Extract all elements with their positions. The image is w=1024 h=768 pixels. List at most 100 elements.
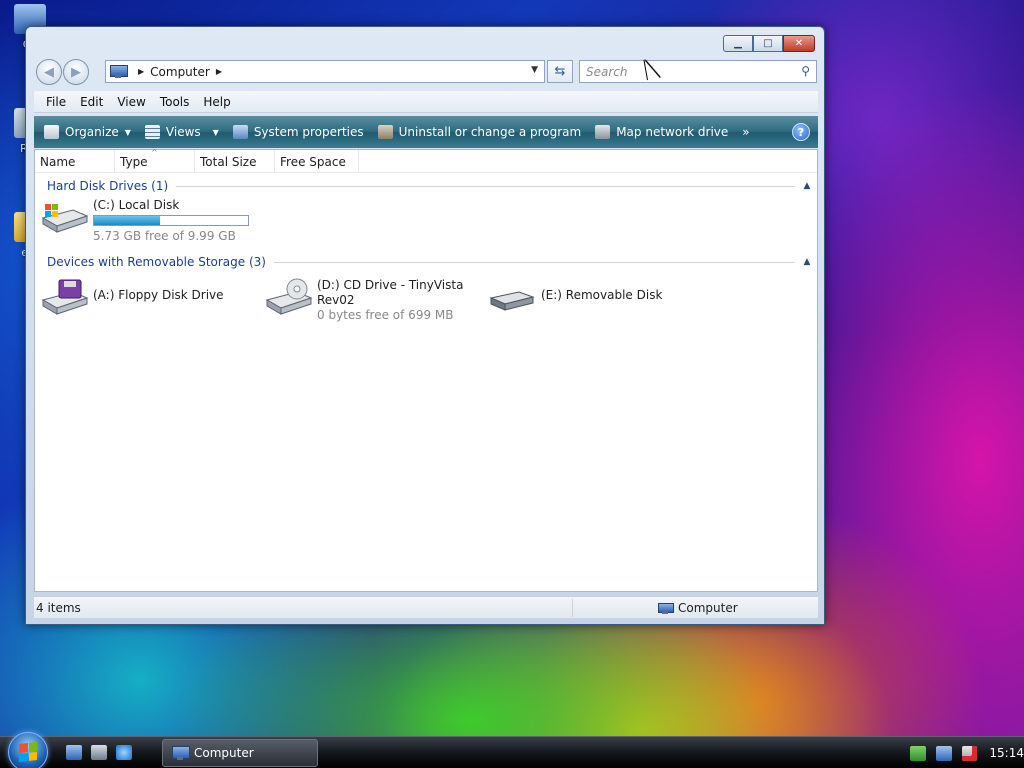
minimize-button[interactable]: ▁ [723, 35, 753, 52]
capacity-bar-fill [94, 216, 161, 225]
organize-button[interactable]: Organize ▼ [44, 125, 131, 139]
breadcrumb-computer[interactable]: Computer [150, 65, 210, 79]
search-icon[interactable]: ⚲ [801, 64, 810, 78]
windows-logo-icon [19, 742, 37, 762]
uninstall-program-label: Uninstall or change a program [398, 125, 582, 139]
maximize-button[interactable]: □ [753, 35, 783, 52]
address-bar[interactable]: ▶ Computer ▶ ▼ [105, 60, 545, 83]
drive-name: (D:) CD Drive - TinyVista [317, 278, 464, 292]
taskbar-button-label: Computer [194, 746, 254, 760]
navigation-row: ◀ ▶ ▶ Computer ▶ ▼ ⇆ ⚲ [34, 59, 817, 85]
menu-view[interactable]: View [117, 95, 145, 109]
command-bar: Organize ▼ Views ▼ System properties Uni… [34, 116, 818, 148]
group-hard-disk-drives[interactable]: Hard Disk Drives (1) ▲ [47, 178, 813, 194]
taskbar: Computer 15:14 [0, 732, 1024, 768]
volume-muted-icon[interactable] [961, 745, 978, 761]
sort-caret-icon: ^ [151, 148, 158, 157]
breadcrumb-chevron-icon[interactable]: ▶ [138, 67, 144, 76]
uninstall-program-button[interactable]: Uninstall or change a program [377, 125, 582, 139]
drive-name: (C:) Local Disk [93, 198, 180, 212]
system-properties-icon [232, 125, 248, 139]
status-divider [572, 599, 573, 617]
security-icon[interactable] [910, 745, 926, 761]
group-divider [273, 261, 795, 263]
drive-item-e[interactable]: (E:) Removable Disk [487, 278, 662, 316]
internet-explorer-icon[interactable] [116, 745, 132, 760]
floppy-drive-icon [39, 278, 89, 316]
menu-help[interactable]: Help [203, 95, 230, 109]
show-desktop-icon[interactable] [66, 745, 82, 760]
drive-item-a[interactable]: (A:) Floppy Disk Drive [39, 278, 224, 316]
organize-label: Organize [65, 125, 119, 139]
more-chevron-icon: » [742, 125, 750, 139]
caption-buttons: ▁ □ ✕ [723, 35, 815, 52]
forward-button[interactable]: ▶ [63, 59, 89, 85]
group-divider [176, 185, 795, 187]
menu-bar: File Edit View Tools Help [34, 91, 818, 113]
chevron-down-icon: ▼ [212, 127, 219, 137]
more-commands-button[interactable]: » [742, 125, 749, 139]
start-button[interactable] [8, 732, 48, 768]
group-title: Hard Disk Drives (1) [47, 179, 169, 193]
help-icon[interactable]: ? [792, 123, 810, 141]
map-network-drive-label: Map network drive [616, 125, 729, 139]
column-name[interactable]: Name [35, 150, 115, 173]
taskbar-button-computer[interactable]: Computer [162, 739, 318, 767]
clock[interactable]: 15:14 [989, 746, 1024, 760]
menu-tools[interactable]: Tools [160, 95, 190, 109]
views-button[interactable]: Views ▼ [144, 125, 219, 139]
views-icon [144, 125, 160, 139]
item-count: 4 items [36, 600, 81, 615]
views-label: Views [165, 125, 201, 139]
group-title: Devices with Removable Storage (3) [47, 255, 266, 269]
chevron-down-icon: ▼ [124, 127, 131, 137]
breadcrumb-chevron-icon[interactable]: ▶ [216, 67, 222, 76]
refresh-button[interactable]: ⇆ [547, 60, 573, 83]
network-icon[interactable] [935, 745, 952, 761]
cd-drive-icon [263, 278, 313, 316]
close-button[interactable]: ✕ [783, 35, 815, 52]
network-drive-icon [595, 125, 611, 139]
column-type-label: Type [120, 154, 148, 169]
search-box[interactable]: ⚲ [579, 60, 817, 83]
column-total-size[interactable]: Total Size [195, 150, 275, 173]
column-free-space-label: Free Space [280, 154, 346, 169]
computer-icon [172, 746, 190, 760]
explorer-window: ▁ □ ✕ ◀ ▶ ▶ Computer ▶ ▼ ⇆ ⚲ File Edit V… [25, 26, 825, 625]
column-name-label: Name [40, 154, 76, 169]
computer-icon [658, 602, 674, 614]
map-network-drive-button[interactable]: Map network drive [595, 125, 728, 139]
drive-space-detail: 5.73 GB free of 9.99 GB [93, 229, 236, 243]
address-dropdown-icon[interactable]: ▼ [531, 65, 538, 75]
status-location: Computer [658, 601, 738, 615]
group-removable-storage[interactable]: Devices with Removable Storage (3) ▲ [47, 254, 813, 270]
column-free-space[interactable]: Free Space [275, 150, 359, 173]
hard-disk-icon [39, 198, 89, 236]
status-bar: 4 items Computer [34, 596, 818, 618]
back-button[interactable]: ◀ [36, 59, 62, 85]
uninstall-program-icon [377, 125, 393, 139]
column-total-size-label: Total Size [200, 154, 257, 169]
column-header-row: Name ^ Type Total Size Free Space [35, 148, 817, 173]
system-properties-button[interactable]: System properties [232, 125, 364, 139]
drive-name-continued: Rev02 [317, 293, 355, 307]
organize-icon [44, 125, 59, 139]
search-input[interactable] [586, 64, 786, 79]
back-arrow-icon: ◀ [44, 64, 54, 80]
collapse-icon[interactable]: ▲ [801, 181, 813, 191]
drive-item-c[interactable]: (C:) Local Disk 5.73 GB free of 9.99 GB [39, 198, 249, 244]
menu-file[interactable]: File [46, 95, 66, 109]
drive-name: (A:) Floppy Disk Drive [93, 288, 224, 302]
removable-disk-icon [487, 278, 537, 316]
file-list-pane: Name ^ Type Total Size Free Space Hard D… [34, 148, 818, 592]
menu-edit[interactable]: Edit [80, 95, 103, 109]
column-type[interactable]: ^ Type [115, 148, 195, 173]
drive-name: (E:) Removable Disk [541, 288, 663, 302]
collapse-icon[interactable]: ▲ [801, 257, 813, 267]
computer-icon [110, 65, 128, 78]
switch-windows-icon[interactable] [91, 745, 107, 760]
system-tray: 15:14 [900, 737, 1024, 768]
drive-item-d[interactable]: (D:) CD Drive - TinyVista Rev02 0 bytes … [263, 278, 463, 323]
system-properties-label: System properties [253, 125, 364, 139]
drive-space-detail: 0 bytes free of 699 MB [317, 308, 454, 322]
